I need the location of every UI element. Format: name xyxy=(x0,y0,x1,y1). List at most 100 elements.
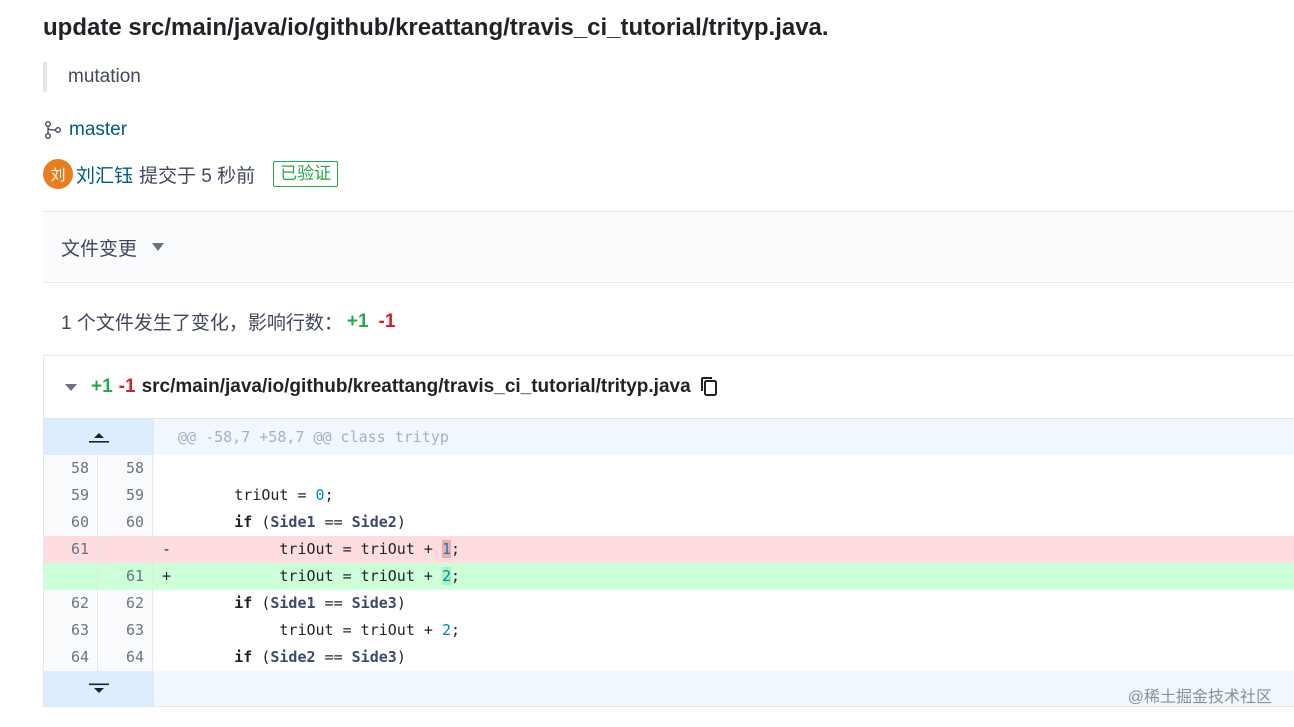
expand-up-button[interactable] xyxy=(44,419,154,455)
code-token: ; xyxy=(324,486,334,504)
commit-time: 提交于 5 秒前 xyxy=(139,165,256,187)
line-code: - triOut = triOut + 1; xyxy=(153,536,1294,563)
expand-down-button[interactable] xyxy=(44,671,154,706)
diff-line: 64 64 if (Side2 == Side3) xyxy=(44,644,1294,671)
file-diff: +1 -1 src/main/java/io/github/kreattang/… xyxy=(43,355,1294,707)
file-additions: +1 xyxy=(91,376,113,397)
line-code: + triOut = triOut + 2; xyxy=(153,563,1294,590)
old-line-number[interactable]: 60 xyxy=(44,509,98,536)
summary-deletions: -1 xyxy=(378,310,396,332)
old-line-number[interactable]: 58 xyxy=(44,455,98,482)
line-code: triOut = triOut + 2; xyxy=(153,617,1294,644)
old-line-number[interactable]: 63 xyxy=(44,617,98,644)
line-code xyxy=(153,455,1294,482)
file-diff-header: +1 -1 src/main/java/io/github/kreattang/… xyxy=(44,356,1294,419)
expand-down-row xyxy=(44,671,1294,706)
diff-line: 62 62 if (Side1 == Side3) xyxy=(44,590,1294,617)
code-token: ( xyxy=(252,513,271,531)
file-path[interactable]: src/main/java/io/github/kreattang/travis… xyxy=(142,376,691,398)
identifier: Side2 xyxy=(351,513,397,531)
branch-name[interactable]: master xyxy=(69,119,127,141)
old-line-number[interactable]: 64 xyxy=(44,644,98,671)
code-token: == xyxy=(315,513,352,531)
branch-link[interactable]: master xyxy=(43,119,127,141)
number-literal: 2 xyxy=(441,567,451,585)
code-token: ; xyxy=(451,621,461,639)
summary-additions: +1 xyxy=(346,310,369,332)
summary-text: 1 个文件发生了变化，影响行数： xyxy=(61,313,343,334)
line-code: if (Side1 == Side3) xyxy=(153,590,1294,617)
expand-down-filler xyxy=(154,671,1294,706)
branch-icon xyxy=(45,121,61,139)
code-token: ( xyxy=(252,648,271,666)
diff-line: 59 59 triOut = 0; xyxy=(44,482,1294,509)
code-token: == xyxy=(315,648,352,666)
identifier: Side3 xyxy=(351,594,397,612)
diff-sign: + xyxy=(162,567,172,585)
files-changed-header[interactable]: 文件变更 xyxy=(43,211,1294,283)
new-line-number[interactable]: 61 xyxy=(98,563,153,590)
code-token: triOut = triOut + xyxy=(171,621,442,639)
identifier: Side1 xyxy=(270,513,316,531)
code-token: ) xyxy=(396,648,406,666)
code-token: triOut = xyxy=(162,486,316,504)
watermark: @稀土掘金技术社区 xyxy=(1127,689,1272,706)
new-line-number[interactable] xyxy=(98,536,153,563)
caret-down-icon[interactable] xyxy=(152,243,165,251)
keyword: if xyxy=(234,513,253,531)
hunk-header: @@ -58,7 +58,7 @@ class trityp xyxy=(178,428,449,446)
code-token: ) xyxy=(396,513,406,531)
new-line-number[interactable]: 64 xyxy=(98,644,153,671)
number-literal: 2 xyxy=(441,621,451,639)
diff-sign: - xyxy=(162,540,172,558)
new-line-number[interactable]: 58 xyxy=(98,455,153,482)
number-literal: 1 xyxy=(441,540,451,558)
new-line-number[interactable]: 60 xyxy=(98,509,153,536)
commit-title: update src/main/java/io/github/kreattang… xyxy=(43,14,829,41)
files-changed-label[interactable]: 文件变更 xyxy=(61,234,137,261)
code-token: triOut = triOut + xyxy=(171,540,442,558)
expand-down-icon xyxy=(88,683,109,693)
identifier: Side2 xyxy=(270,648,316,666)
file-deletions: -1 xyxy=(118,376,136,397)
code-token: ; xyxy=(451,567,461,585)
change-summary: 1 个文件发生了变化，影响行数： +1 -1 xyxy=(61,308,395,335)
identifier: Side1 xyxy=(270,594,316,612)
old-line-number[interactable]: 61 xyxy=(44,536,98,563)
author-name[interactable]: 刘汇钰 xyxy=(76,161,133,188)
keyword: if xyxy=(234,594,253,612)
identifier: Side3 xyxy=(351,648,397,666)
avatar[interactable]: 刘 xyxy=(43,159,73,189)
diff-line-added: 61 + triOut = triOut + 2; xyxy=(44,563,1294,590)
old-line-number[interactable] xyxy=(44,563,98,590)
line-code: if (Side1 == Side2) xyxy=(153,509,1294,536)
keyword: if xyxy=(234,648,253,666)
line-code: triOut = 0; xyxy=(153,482,1294,509)
new-line-number[interactable]: 62 xyxy=(98,590,153,617)
old-line-number[interactable]: 62 xyxy=(44,590,98,617)
verified-badge: 已验证 xyxy=(273,161,339,187)
code-token: ; xyxy=(451,540,461,558)
number-literal: 0 xyxy=(315,486,325,504)
new-line-number[interactable]: 59 xyxy=(98,482,153,509)
diff-line-deleted: 61 - triOut = triOut + 1; xyxy=(44,536,1294,563)
diff-line: 63 63 triOut = triOut + 2; xyxy=(44,617,1294,644)
code-token: triOut = triOut + xyxy=(171,567,442,585)
new-line-number[interactable]: 63 xyxy=(98,617,153,644)
collapse-caret-icon[interactable] xyxy=(65,383,77,391)
diff-line: 58 58 xyxy=(44,455,1294,482)
code-token: == xyxy=(315,594,352,612)
old-line-number[interactable]: 59 xyxy=(44,482,98,509)
expand-up-icon xyxy=(88,433,109,443)
diff-line: 60 60 if (Side1 == Side2) xyxy=(44,509,1294,536)
commit-message: mutation xyxy=(43,62,141,92)
code-token: ) xyxy=(396,594,406,612)
copy-icon[interactable] xyxy=(699,376,719,398)
hunk-header-row: @@ -58,7 +58,7 @@ class trityp xyxy=(44,419,1294,455)
commit-meta: 刘 刘汇钰 提交于 5 秒前 已验证 xyxy=(43,159,339,189)
line-code: if (Side2 == Side3) xyxy=(153,644,1294,671)
code-token: ( xyxy=(252,594,271,612)
